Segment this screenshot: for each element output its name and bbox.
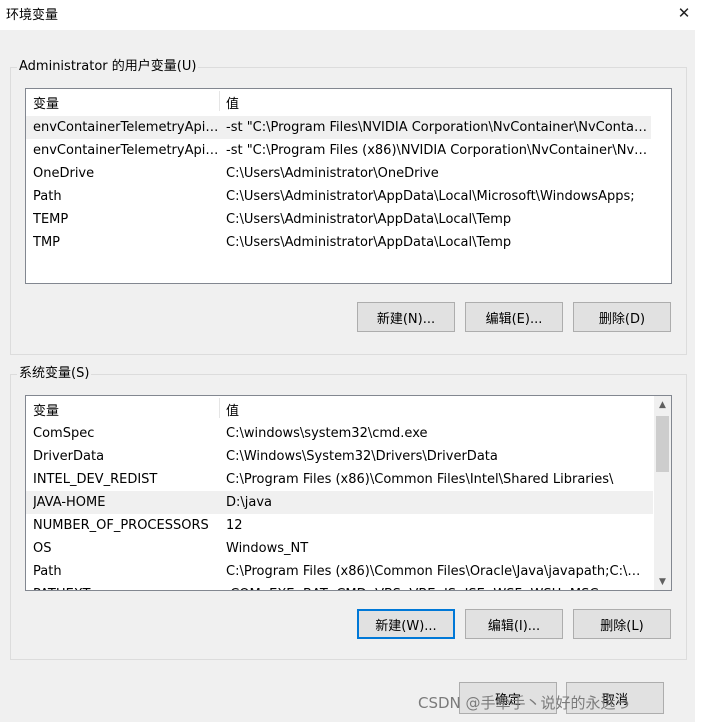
variable-value: C:\Users\Administrator\AppData\Local\Tem…: [226, 235, 512, 250]
chevron-up-icon: ▲: [659, 399, 666, 410]
variable-value: C:\Windows\System32\Drivers\DriverData: [226, 449, 498, 464]
variable-value: C:\Program Files (x86)\Common Files\Inte…: [226, 472, 614, 487]
variable-value: 12: [226, 518, 243, 533]
variable-name: JAVA-HOME: [33, 495, 106, 510]
window-title: 环境变量: [6, 8, 59, 23]
system-variables-list[interactable]: 变量 值 ComSpec C:\windows\system32\cmd.exe…: [25, 395, 672, 591]
scroll-down-button[interactable]: ▼: [654, 573, 671, 590]
window-edge: [695, 30, 702, 722]
system-variables-scrollbar[interactable]: ▲ ▼: [654, 396, 671, 590]
user-delete-button[interactable]: 删除(D): [573, 302, 671, 332]
system-variables-group-label: 系统变量(S): [17, 366, 92, 382]
system-variables-list-header: 变量 值: [26, 396, 671, 420]
variable-name: INTEL_DEV_REDIST: [33, 472, 158, 487]
variable-name: envContainerTelemetryApiC...: [33, 120, 219, 135]
table-row[interactable]: envContainerTelemetryApiC... -st "C:\Pro…: [26, 116, 651, 139]
user-variables-group: Administrator 的用户变量(U) 变量 值 envContainer…: [10, 59, 687, 355]
table-row[interactable]: DriverData C:\Windows\System32\Drivers\D…: [26, 445, 653, 468]
table-row[interactable]: ComSpec C:\windows\system32\cmd.exe: [26, 422, 653, 445]
variable-name: DriverData: [33, 449, 105, 464]
table-row[interactable]: INTEL_DEV_REDIST C:\Program Files (x86)\…: [26, 468, 653, 491]
table-row[interactable]: JAVA-HOME D:\java: [26, 491, 653, 514]
variable-name: Path: [33, 189, 62, 204]
system-variables-group: 系统变量(S) 变量 值 ComSpec C:\windows\system32…: [10, 366, 687, 660]
user-variables-group-label: Administrator 的用户变量(U): [17, 59, 199, 75]
column-separator[interactable]: [219, 398, 220, 418]
table-row[interactable]: envContainerTelemetryApiC... -st "C:\Pro…: [26, 139, 651, 162]
table-row[interactable]: TEMP C:\Users\Administrator\AppData\Loca…: [26, 208, 651, 231]
csdn-watermark: CSDN @手牵手丶说好的永远っ: [418, 694, 631, 712]
variable-value: D:\java: [226, 495, 273, 510]
chevron-down-icon: ▼: [659, 576, 666, 587]
close-button[interactable]: ✕: [666, 0, 702, 26]
system-new-button[interactable]: 新建(W)...: [357, 609, 455, 639]
table-row[interactable]: Path C:\Users\Administrator\AppData\Loca…: [26, 185, 651, 208]
variable-name: envContainerTelemetryApiC...: [33, 143, 219, 158]
column-header-value[interactable]: 值: [226, 93, 239, 112]
variable-value: -st "C:\Program Files (x86)\NVIDIA Corpo…: [226, 143, 648, 158]
variable-name: OS: [33, 541, 52, 556]
column-header-name[interactable]: 变量: [33, 93, 59, 112]
variable-name: PATHEXT: [33, 583, 219, 590]
table-row[interactable]: TMP C:\Users\Administrator\AppData\Local…: [26, 231, 651, 254]
variable-name: OneDrive: [33, 166, 95, 181]
table-row[interactable]: NUMBER_OF_PROCESSORS 12: [26, 514, 653, 537]
title-bar: 环境变量 ✕: [0, 0, 702, 30]
variable-value: C:\Users\Administrator\AppData\Local\Mic…: [226, 189, 635, 204]
table-row[interactable]: OneDrive C:\Users\Administrator\OneDrive: [26, 162, 651, 185]
variable-value: Windows_NT: [226, 541, 309, 556]
variable-name: NUMBER_OF_PROCESSORS: [33, 518, 209, 533]
system-delete-button[interactable]: 删除(L): [573, 609, 671, 639]
table-row[interactable]: PATHEXT .COM;.EXE;.BAT;.CMD;.VBS;.VBE;.J…: [26, 583, 653, 590]
user-variables-list-header: 变量 值: [26, 89, 671, 113]
variable-name: TEMP: [33, 212, 69, 227]
close-icon: ✕: [677, 4, 691, 22]
column-header-name[interactable]: 变量: [33, 400, 59, 419]
user-variables-list[interactable]: 变量 值 envContainerTelemetryApiC... -st "C…: [25, 88, 672, 284]
scroll-thumb[interactable]: [656, 416, 669, 472]
table-row[interactable]: Path C:\Program Files (x86)\Common Files…: [26, 560, 653, 583]
environment-variables-dialog: 环境变量 ✕ Administrator 的用户变量(U) 变量 值 envCo…: [0, 0, 702, 722]
variable-value: C:\Users\Administrator\OneDrive: [226, 166, 439, 181]
variable-value: .COM;.EXE;.BAT;.CMD;.VBS;.VBE;.JS;.JSE;.…: [226, 583, 648, 590]
variable-value: C:\windows\system32\cmd.exe: [226, 426, 428, 441]
table-row[interactable]: OS Windows_NT: [26, 537, 653, 560]
system-edit-button[interactable]: 编辑(I)...: [465, 609, 563, 639]
variable-name: Path: [33, 564, 62, 579]
variable-value: C:\Program Files (x86)\Common Files\Orac…: [226, 564, 648, 579]
variable-value: -st "C:\Program Files\NVIDIA Corporation…: [226, 120, 648, 135]
variable-name: TMP: [33, 235, 60, 250]
scroll-up-button[interactable]: ▲: [654, 396, 671, 413]
variable-name: ComSpec: [33, 426, 95, 441]
column-header-value[interactable]: 值: [226, 400, 239, 419]
user-new-button[interactable]: 新建(N)...: [357, 302, 455, 332]
user-edit-button[interactable]: 编辑(E)...: [465, 302, 563, 332]
column-separator[interactable]: [219, 91, 220, 111]
variable-value: C:\Users\Administrator\AppData\Local\Tem…: [226, 212, 512, 227]
